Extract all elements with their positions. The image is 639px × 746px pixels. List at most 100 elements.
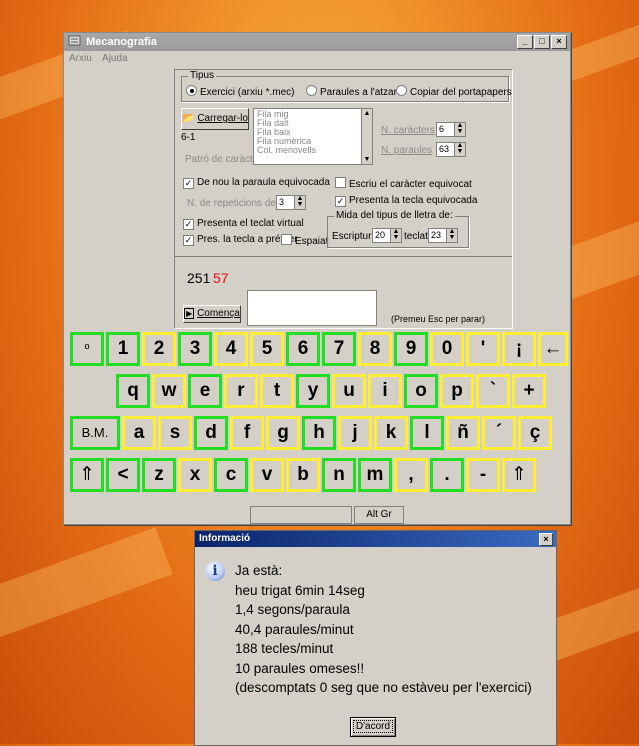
spinner-arrows-icon[interactable]: ▲ ▼ xyxy=(294,195,305,209)
key-caps-lock[interactable]: B.M. xyxy=(70,416,120,450)
load-button[interactable]: 📂 Carregar-lo xyxy=(181,108,249,130)
key-7[interactable]: 7 xyxy=(322,332,356,366)
key-x[interactable]: x xyxy=(178,458,212,492)
key-m[interactable]: m xyxy=(358,458,392,492)
backspace-key-icon[interactable]: ← xyxy=(538,332,568,366)
writing-size-label: Escriptura xyxy=(332,231,378,242)
ok-button[interactable]: D'acord xyxy=(350,717,396,737)
retry-word-checkbox[interactable]: ✓ De nou la paraula equivocada xyxy=(183,177,330,189)
n-paraules-spinner[interactable]: 63 ▲ ▼ xyxy=(436,142,466,157)
message-line: heu trigat 6min 14seg xyxy=(235,582,365,598)
key-9[interactable]: 9 xyxy=(394,332,428,366)
key-h[interactable]: h xyxy=(302,416,336,450)
title-bar[interactable]: Mecanografia _ □ × xyxy=(64,33,570,51)
key-plus[interactable]: + xyxy=(512,374,546,408)
close-button[interactable]: × xyxy=(551,35,567,49)
key-i[interactable]: i xyxy=(368,374,402,408)
menu-arxiu[interactable]: Arxiu xyxy=(69,53,92,64)
write-wrong-checkbox[interactable]: Escriu el caràcter equivocat xyxy=(335,177,472,190)
message-line: 10 paraules omeses!! xyxy=(235,660,365,676)
key-q[interactable]: q xyxy=(116,374,150,408)
key-n-tilde[interactable]: ñ xyxy=(446,416,480,450)
repetitions-spinner[interactable]: 3 ▲ ▼ xyxy=(276,195,306,210)
spinner-arrows-icon[interactable]: ▲ ▼ xyxy=(454,122,465,136)
start-button[interactable]: ▶ Comença xyxy=(183,305,241,323)
key-w[interactable]: w xyxy=(152,374,186,408)
key-5[interactable]: 5 xyxy=(250,332,284,366)
minimize-button[interactable]: _ xyxy=(517,35,533,49)
key-u[interactable]: u xyxy=(332,374,366,408)
key-inverted-exclamation[interactable]: ¡ xyxy=(502,332,536,366)
key-z[interactable]: z xyxy=(142,458,176,492)
font-size-label: Mida del tipus de lletra de: xyxy=(334,210,455,221)
key-j[interactable]: j xyxy=(338,416,372,450)
key-3[interactable]: 3 xyxy=(178,332,212,366)
key-2[interactable]: 2 xyxy=(142,332,176,366)
key-c[interactable]: c xyxy=(214,458,248,492)
key-6[interactable]: 6 xyxy=(286,332,320,366)
dialog-title-bar[interactable]: Informació × xyxy=(195,531,556,547)
key-ordinal[interactable]: º xyxy=(70,332,104,366)
radio-paraules-atzar[interactable]: Paraules a l'atzar xyxy=(306,85,397,98)
shift-left-key-icon[interactable]: ⇑ xyxy=(70,458,104,492)
keyboard-size-spinner[interactable]: 23 ▲ ▼ xyxy=(428,228,458,243)
space-checkbox[interactable]: Espaiat xyxy=(281,234,328,247)
dialog-close-button[interactable]: × xyxy=(539,533,553,546)
key-y[interactable]: y xyxy=(296,374,330,408)
key-8[interactable]: 8 xyxy=(358,332,392,366)
play-icon: ▶ xyxy=(184,308,195,319)
writing-size-spinner[interactable]: 20 ▲ ▼ xyxy=(372,228,402,243)
key-s[interactable]: s xyxy=(158,416,192,450)
key-minus[interactable]: - xyxy=(466,458,500,492)
menu-ajuda[interactable]: Ajuda xyxy=(102,53,128,64)
scroll-up-icon[interactable]: ▲ xyxy=(362,109,372,118)
key-c-cedilla[interactable]: ç xyxy=(518,416,552,450)
key-p[interactable]: p xyxy=(440,374,474,408)
scroll-down-icon[interactable]: ▼ xyxy=(362,155,372,164)
key-0[interactable]: 0 xyxy=(430,332,464,366)
key-4[interactable]: 4 xyxy=(214,332,248,366)
radio-exercici[interactable]: Exercici (arxiu *.mec) xyxy=(186,85,294,98)
info-icon: i xyxy=(205,561,225,581)
key-acute[interactable]: ´ xyxy=(482,416,516,450)
key-l[interactable]: l xyxy=(410,416,444,450)
key-comma[interactable]: , xyxy=(394,458,428,492)
key-b[interactable]: b xyxy=(286,458,320,492)
shift-right-key-icon[interactable]: ⇑ xyxy=(502,458,536,492)
key-n[interactable]: n xyxy=(322,458,356,492)
list-item[interactable]: Col. menovells xyxy=(257,146,369,155)
maximize-button[interactable]: □ xyxy=(534,35,550,49)
spinner-arrows-icon[interactable]: ▲ ▼ xyxy=(446,228,457,242)
list-scrollbar[interactable]: ▲ ▼ xyxy=(361,109,372,164)
settings-panel: Tipus Exercici (arxiu *.mec) Paraules a … xyxy=(174,69,513,329)
exercise-code: 6-1 xyxy=(181,132,196,143)
status-field xyxy=(250,506,352,524)
key-apostrophe[interactable]: ' xyxy=(466,332,500,366)
typing-input[interactable] xyxy=(247,290,377,326)
key-a[interactable]: a xyxy=(122,416,156,450)
key-k[interactable]: k xyxy=(374,416,408,450)
dialog-message: Ja està: heu trigat 6min 14seg 1,4 segon… xyxy=(235,561,532,698)
key-r[interactable]: r xyxy=(224,374,258,408)
key-f[interactable]: f xyxy=(230,416,264,450)
key-t[interactable]: t xyxy=(260,374,294,408)
spinner-arrows-icon[interactable]: ▲ ▼ xyxy=(454,142,465,156)
key-d[interactable]: d xyxy=(194,416,228,450)
menu-bar: Arxiu Ajuda xyxy=(64,51,570,67)
show-wrong-key-checkbox[interactable]: ✓ Presenta la tecla equivocada xyxy=(335,195,477,207)
key-period[interactable]: . xyxy=(430,458,464,492)
virtual-keyboard-checkbox[interactable]: ✓ Presenta el teclat virtual xyxy=(183,218,304,230)
pattern-listbox[interactable]: Fila mig Fila dalt Fila baix Fila numèri… xyxy=(253,108,373,165)
key-less-than[interactable]: < xyxy=(106,458,140,492)
key-v[interactable]: v xyxy=(250,458,284,492)
key-g[interactable]: g xyxy=(266,416,300,450)
spinner-arrows-icon[interactable]: ▲ ▼ xyxy=(390,228,401,242)
key-o[interactable]: o xyxy=(404,374,438,408)
key-e[interactable]: e xyxy=(188,374,222,408)
key-1[interactable]: 1 xyxy=(106,332,140,366)
key-grave[interactable]: ` xyxy=(476,374,510,408)
checkbox-icon xyxy=(335,177,346,188)
radio-portapapers[interactable]: Copiar del portapapers xyxy=(396,85,512,98)
n-caracters-spinner[interactable]: 6 ▲ ▼ xyxy=(436,122,466,137)
radio-selected-icon xyxy=(186,85,197,96)
